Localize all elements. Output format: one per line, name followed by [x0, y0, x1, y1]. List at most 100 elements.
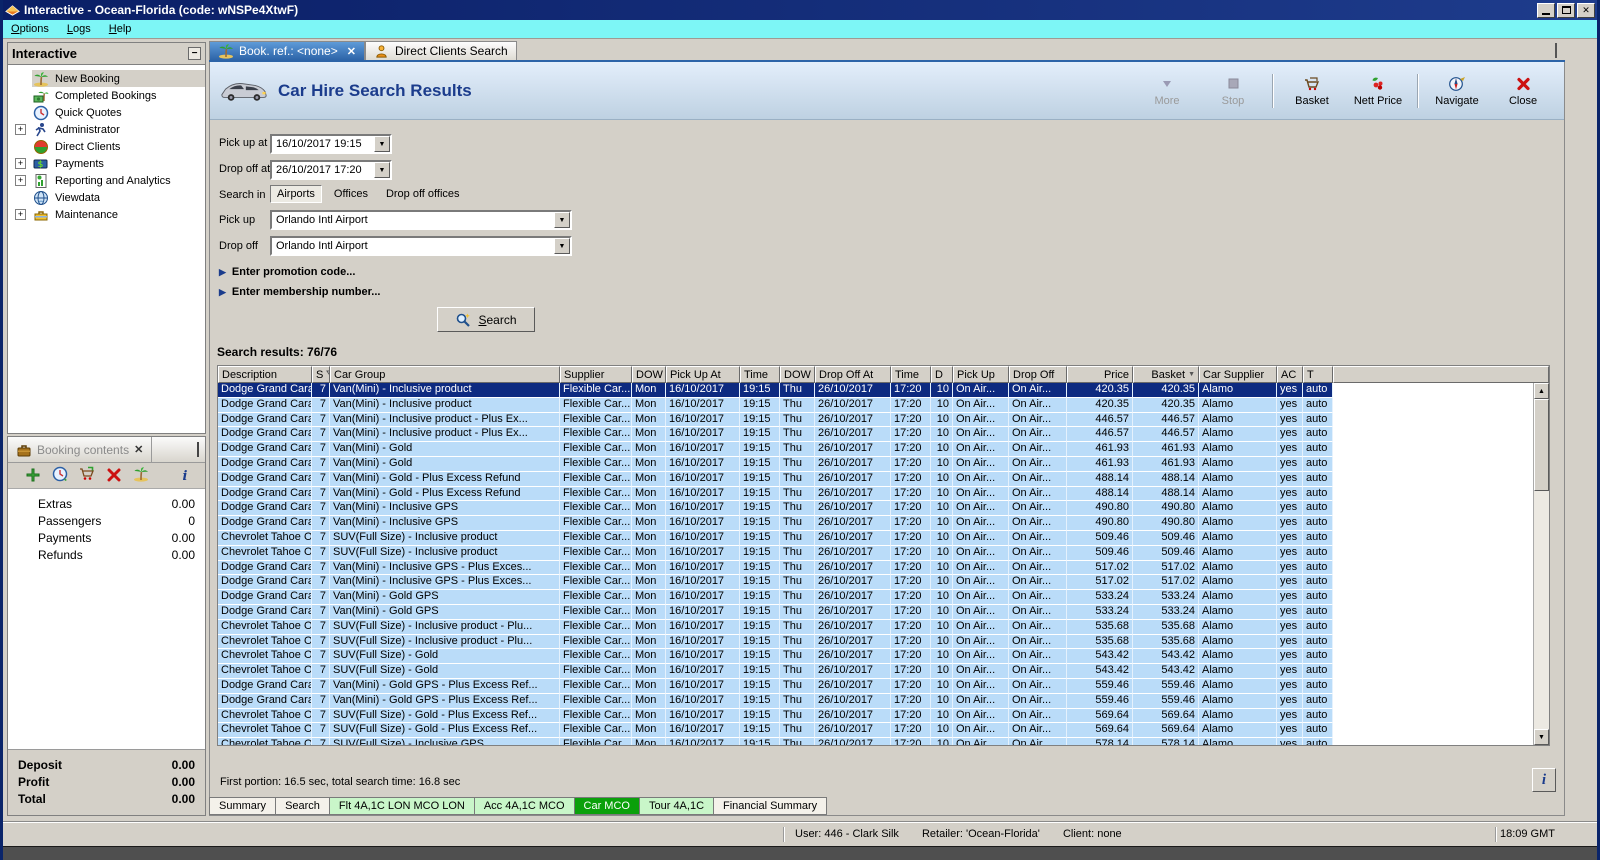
column-header-car-group[interactable]: Car Group: [330, 366, 560, 383]
doc-tab-book-ref-none-[interactable]: Book. ref.: <none> ✕: [209, 41, 365, 60]
sidebar-item-administrator[interactable]: + Administrator: [8, 121, 205, 138]
result-row[interactable]: Dodge Grand Carava...7Van(Mini) - Inclus…: [218, 397, 1549, 413]
column-header-ac[interactable]: AC: [1277, 366, 1303, 383]
result-row[interactable]: Dodge Grand Carava...7Van(Mini) - Inclus…: [218, 412, 1549, 428]
result-row[interactable]: Chevrolet Tahoe Or ...7SUV(Full Size) - …: [218, 634, 1549, 650]
close-button[interactable]: Close: [1492, 72, 1554, 110]
column-header-supplier[interactable]: Supplier: [560, 366, 632, 383]
pickup-at-dropdown-icon[interactable]: ▼: [374, 136, 390, 152]
maximize-button[interactable]: [1557, 2, 1575, 18]
dropoff-combo[interactable]: Orlando Intl Airport ▼: [270, 236, 572, 256]
close-tab-icon[interactable]: ✕: [347, 45, 356, 58]
dropoff-at-dropdown-icon[interactable]: ▼: [374, 162, 390, 178]
result-row[interactable]: Dodge Grand Carava...7Van(Mini) - Gold -…: [218, 471, 1549, 487]
column-header-basket[interactable]: Basket ▼: [1133, 366, 1199, 383]
promotion-code-expander[interactable]: ▶ Enter promotion code...: [219, 266, 355, 278]
result-row[interactable]: Dodge Grand Carava...7Van(Mini) - Inclus…: [218, 575, 1549, 591]
column-header-time[interactable]: Time: [740, 366, 780, 383]
tree-expand-icon[interactable]: +: [15, 209, 26, 220]
sidebar-item-direct-clients[interactable]: Direct Clients: [8, 138, 205, 155]
result-row[interactable]: Dodge Grand Carava...7Van(Mini) - Inclus…: [218, 383, 1549, 398]
info-button[interactable]: i: [1532, 768, 1556, 792]
result-row[interactable]: Chevrolet Tahoe Or ...7SUV(Full Size) - …: [218, 545, 1549, 561]
island-button[interactable]: [133, 466, 149, 485]
sidebar-item-completed-bookings[interactable]: Completed Bookings: [8, 87, 205, 104]
dropoff-at-combo[interactable]: 26/10/2017 17:20 ▼: [270, 160, 392, 180]
result-row[interactable]: Dodge Grand Carava...7Van(Mini) - Gold G…: [218, 678, 1549, 694]
tree-expand-icon[interactable]: +: [15, 175, 26, 186]
booking-panel-maximize-button[interactable]: [197, 441, 199, 457]
column-header-price[interactable]: Price: [1067, 366, 1133, 383]
result-row[interactable]: Chevrolet Tahoe Or ...7SUV(Full Size) - …: [218, 649, 1549, 665]
delete-button[interactable]: [106, 467, 122, 485]
dropoff-dropdown-icon[interactable]: ▼: [554, 238, 570, 254]
column-header-dow[interactable]: DOW: [632, 366, 666, 383]
sidebar-item-maintenance[interactable]: + Maintenance: [8, 206, 205, 223]
result-row[interactable]: Dodge Grand Carava...7Van(Mini) - Gold G…: [218, 590, 1549, 605]
sidebar-item-quick-quotes[interactable]: Quick Quotes: [8, 104, 205, 121]
result-row[interactable]: Dodge Grand Carava...7Van(Mini) - Inclus…: [218, 501, 1549, 517]
tree-expand-icon[interactable]: +: [15, 158, 26, 169]
doc-tab-direct-clients-search[interactable]: Direct Clients Search: [364, 41, 517, 60]
result-row[interactable]: Chevrolet Tahoe Or ...7SUV(Full Size) - …: [218, 664, 1549, 679]
result-row[interactable]: Dodge Grand Carava...7Van(Mini) - Inclus…: [218, 516, 1549, 531]
result-row[interactable]: Dodge Grand Carava...7Van(Mini) - Gold G…: [218, 604, 1549, 620]
pickup-at-combo[interactable]: 16/10/2017 19:15 ▼: [270, 134, 392, 154]
close-booking-panel-icon[interactable]: ✕: [134, 443, 143, 456]
column-header-drop-off-at[interactable]: Drop Off At: [815, 366, 891, 383]
column-header-car-supplier[interactable]: Car Supplier: [1199, 366, 1277, 383]
result-row[interactable]: Chevrolet Tahoe Or ...7SUV(Full Size) - …: [218, 723, 1549, 739]
nett-price-button[interactable]: Nett Price: [1347, 72, 1409, 110]
search-in-drop-off-offices[interactable]: Drop off offices: [380, 186, 466, 202]
cart-button[interactable]: [79, 466, 95, 485]
section-tab-summary[interactable]: Summary: [209, 797, 277, 815]
result-row[interactable]: Dodge Grand Carava...7Van(Mini) - GoldFl…: [218, 442, 1549, 457]
booking-row-passengers[interactable]: Passengers 0: [8, 512, 205, 529]
pickup-dropdown-icon[interactable]: ▼: [554, 212, 570, 228]
navigate-button[interactable]: Navigate: [1426, 72, 1488, 110]
column-header-pick-up[interactable]: Pick Up: [953, 366, 1009, 383]
section-tab-tour-4a-1c[interactable]: Tour 4A,1C: [638, 797, 715, 815]
collapse-panel-button[interactable]: −: [188, 47, 201, 60]
result-row[interactable]: Dodge Grand Carava...7Van(Mini) - Gold G…: [218, 693, 1549, 709]
section-tab-search[interactable]: Search: [275, 797, 330, 815]
menu-help[interactable]: Help: [109, 23, 132, 35]
result-row[interactable]: Chevrolet Tahoe Or ...7SUV(Full Size) - …: [218, 738, 1549, 745]
result-row[interactable]: Dodge Grand Carava...7Van(Mini) - Gold -…: [218, 486, 1549, 502]
scroll-down-icon[interactable]: ▼: [1534, 729, 1549, 745]
sidebar-item-payments[interactable]: + $ Payments: [8, 155, 205, 172]
basket-button[interactable]: Basket: [1281, 72, 1343, 110]
scroll-up-icon[interactable]: ▲: [1534, 383, 1549, 399]
booking-row-refunds[interactable]: Refunds 0.00: [8, 546, 205, 563]
menu-options[interactable]: Options: [11, 23, 49, 35]
section-tab-acc-4a-1c-mco[interactable]: Acc 4A,1C MCO: [473, 797, 575, 815]
sidebar-item-new-booking[interactable]: New Booking: [8, 70, 205, 87]
tabgroup-maximize-button[interactable]: [1555, 43, 1557, 58]
scrollbar-track[interactable]: [1534, 399, 1549, 729]
column-header-d[interactable]: D: [931, 366, 953, 383]
menu-logs[interactable]: Logs: [67, 23, 91, 35]
column-header-t[interactable]: T: [1303, 366, 1333, 383]
search-in-airports[interactable]: Airports: [270, 185, 322, 203]
column-header-description[interactable]: Description: [218, 366, 312, 383]
result-row[interactable]: Dodge Grand Carava...7Van(Mini) - GoldFl…: [218, 456, 1549, 472]
result-row[interactable]: Dodge Grand Carava...7Van(Mini) - Inclus…: [218, 560, 1549, 576]
section-tab-flt-4a-1c-lon-mco-lon[interactable]: Flt 4A,1C LON MCO LON: [328, 797, 475, 815]
info-button[interactable]: i: [177, 467, 193, 485]
column-header-s[interactable]: S: [312, 366, 330, 383]
pickup-combo[interactable]: Orlando Intl Airport ▼: [270, 210, 572, 230]
section-tab-car-mco[interactable]: Car MCO: [573, 797, 640, 815]
minimize-button[interactable]: [1537, 2, 1555, 18]
booking-row-extras[interactable]: Extras 0.00: [8, 495, 205, 512]
membership-number-expander[interactable]: ▶ Enter membership number...: [219, 286, 380, 298]
column-header-time[interactable]: Time: [891, 366, 931, 383]
result-row[interactable]: Chevrolet Tahoe Or ...7SUV(Full Size) - …: [218, 708, 1549, 724]
vertical-scrollbar[interactable]: ▲ ▼: [1533, 383, 1549, 745]
search-button[interactable]: Search: [437, 307, 535, 332]
quote-clock-button[interactable]: [52, 466, 68, 485]
booking-contents-tab[interactable]: Booking contents ✕: [8, 437, 153, 462]
column-header-pick-up-at[interactable]: Pick Up At: [666, 366, 740, 383]
booking-row-payments[interactable]: Payments 0.00: [8, 529, 205, 546]
scrollbar-thumb[interactable]: [1534, 399, 1549, 491]
tree-expand-icon[interactable]: +: [15, 124, 26, 135]
